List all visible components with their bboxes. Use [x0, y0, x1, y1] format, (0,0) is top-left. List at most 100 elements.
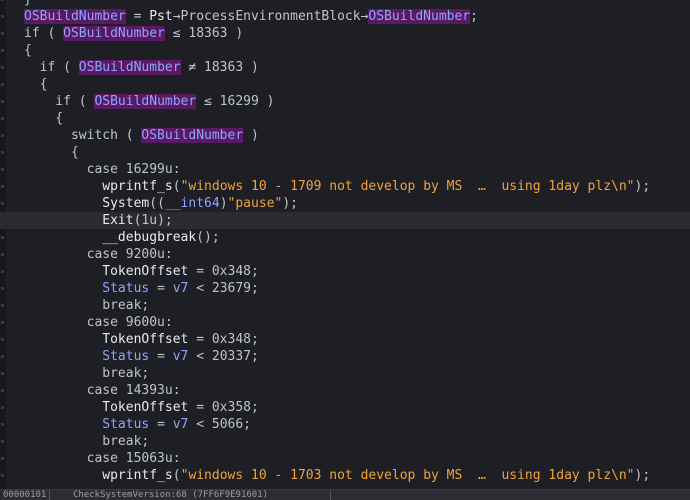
- code-line[interactable]: Status = v7 < 5066;: [0, 416, 690, 433]
- code-token: (: [172, 179, 181, 194]
- code-line[interactable]: case 9600u:: [0, 314, 690, 331]
- code-token[interactable]: wprintf_s: [102, 468, 172, 483]
- code-token: = 0x348;: [188, 332, 259, 347]
- global-variable[interactable]: OSBuildNumber: [63, 26, 165, 41]
- code-token: ): [243, 128, 259, 143]
- pseudocode-editor[interactable]: }OSBuildNumber = Pst→ProcessEnvironmentB…: [0, 0, 690, 489]
- code-line[interactable]: __debugbreak();: [0, 229, 690, 246]
- code-token[interactable]: v7: [173, 349, 189, 364]
- code-token: ((: [149, 196, 165, 211]
- code-line[interactable]: case 14393u:: [0, 382, 690, 399]
- code-line[interactable]: Status = v7 < 23679;: [0, 280, 690, 297]
- code-token: case 14393u:: [24, 383, 181, 398]
- code-token[interactable]: Exit: [102, 213, 133, 228]
- code-token: {: [24, 145, 79, 160]
- code-token: < 20337;: [188, 349, 259, 364]
- code-token[interactable]: Status: [102, 417, 149, 432]
- code-line[interactable]: case 15063u:: [0, 450, 690, 467]
- code-token: if (: [24, 94, 95, 109]
- code-token: if (: [24, 60, 79, 75]
- code-line[interactable]: case 16299u:: [0, 161, 690, 178]
- code-token: );: [634, 179, 651, 194]
- code-token[interactable]: Pst: [149, 9, 172, 24]
- code-token[interactable]: TokenOffset: [102, 400, 188, 415]
- string-literal: "windows 10 - 1709 not develop by MS … u…: [180, 179, 635, 194]
- code-token: =: [149, 417, 173, 432]
- code-token: = 0x358;: [188, 400, 259, 415]
- code-token: (1u);: [133, 213, 173, 228]
- code-token[interactable]: wprintf_s: [102, 179, 172, 194]
- code-token: ;: [470, 9, 478, 24]
- code-token: break;: [24, 434, 150, 449]
- code-line[interactable]: if ( OSBuildNumber ≤ 18363 ): [0, 25, 690, 42]
- global-variable[interactable]: OSBuildNumber: [94, 94, 197, 109]
- code-line[interactable]: Exit(1u);: [0, 212, 690, 229]
- code-token[interactable]: Status: [102, 349, 149, 364]
- global-variable[interactable]: OSBuildNumber: [24, 9, 126, 24]
- code-line[interactable]: Status = v7 < 20337;: [0, 348, 690, 365]
- code-line[interactable]: break;: [0, 433, 690, 450]
- code-token: }: [24, 0, 32, 7]
- code-token[interactable]: __debugbreak: [102, 230, 196, 245]
- code-line[interactable]: case 9200u:: [0, 246, 690, 263]
- code-line[interactable]: break;: [0, 297, 690, 314]
- code-line[interactable]: break;: [0, 365, 690, 382]
- code-line[interactable]: {: [0, 144, 690, 161]
- code-line[interactable]: TokenOffset = 0x358;: [0, 399, 690, 416]
- code-token: ≤ 18363 ): [164, 26, 244, 41]
- code-line[interactable]: if ( OSBuildNumber ≤ 16299 ): [0, 93, 690, 110]
- code-token: {: [24, 111, 64, 126]
- code-token: {: [24, 43, 32, 58]
- global-variable[interactable]: OSBuildNumber: [78, 60, 181, 75]
- code-line[interactable]: OSBuildNumber = Pst→ProcessEnvironmentBl…: [0, 8, 690, 25]
- code-line[interactable]: switch ( OSBuildNumber ): [0, 127, 690, 144]
- code-token[interactable]: Status: [102, 281, 149, 296]
- string-literal: "windows 10 - 1703 not develop by MS … u…: [180, 468, 635, 483]
- code-token: );: [282, 196, 298, 211]
- string-literal: "pause": [227, 196, 283, 211]
- code-line[interactable]: }: [0, 0, 690, 8]
- code-token: {: [24, 77, 48, 92]
- code-token: < 5066;: [188, 417, 252, 432]
- code-token: );: [634, 468, 651, 483]
- code-token[interactable]: v7: [173, 417, 189, 432]
- code-token: case 9600u:: [24, 315, 173, 330]
- global-variable[interactable]: OSBuildNumber: [368, 9, 471, 24]
- code-line[interactable]: TokenOffset = 0x348;: [0, 263, 690, 280]
- code-token[interactable]: TokenOffset: [102, 332, 188, 347]
- code-token: if (: [24, 26, 64, 41]
- code-line[interactable]: wprintf_s("windows 10 - 1703 not develop…: [0, 467, 690, 484]
- code-token: (: [172, 468, 181, 483]
- code-line[interactable]: System((__int64)"pause");: [0, 195, 690, 212]
- code-line[interactable]: {: [0, 76, 690, 93]
- code-token: ≠ 18363 ): [180, 60, 259, 75]
- code-line[interactable]: wprintf_s("windows 10 - 1709 not develop…: [0, 178, 690, 195]
- code-token: case 15063u:: [24, 451, 181, 466]
- code-token: ();: [196, 230, 220, 245]
- code-token[interactable]: v7: [173, 281, 189, 296]
- code-line[interactable]: TokenOffset = 0x348;: [0, 331, 690, 348]
- code-token: break;: [24, 298, 150, 313]
- code-token: =: [149, 349, 173, 364]
- code-token: case 9200u:: [24, 247, 173, 262]
- code-token[interactable]: System: [102, 196, 149, 211]
- code-token: switch (: [24, 128, 142, 143]
- code-token: case 16299u:: [24, 162, 181, 177]
- code-token[interactable]: TokenOffset: [102, 264, 188, 279]
- global-variable[interactable]: OSBuildNumber: [141, 128, 244, 143]
- code-line[interactable]: {: [0, 110, 690, 127]
- code-token: =: [125, 9, 150, 24]
- code-token: < 23679;: [188, 281, 259, 296]
- code-line[interactable]: {: [0, 42, 690, 59]
- code-token: →ProcessEnvironmentBlock→: [172, 9, 369, 24]
- code-token: break;: [24, 366, 150, 381]
- code-token: = 0x348;: [188, 264, 259, 279]
- code-line[interactable]: if ( OSBuildNumber ≠ 18363 ): [0, 59, 690, 76]
